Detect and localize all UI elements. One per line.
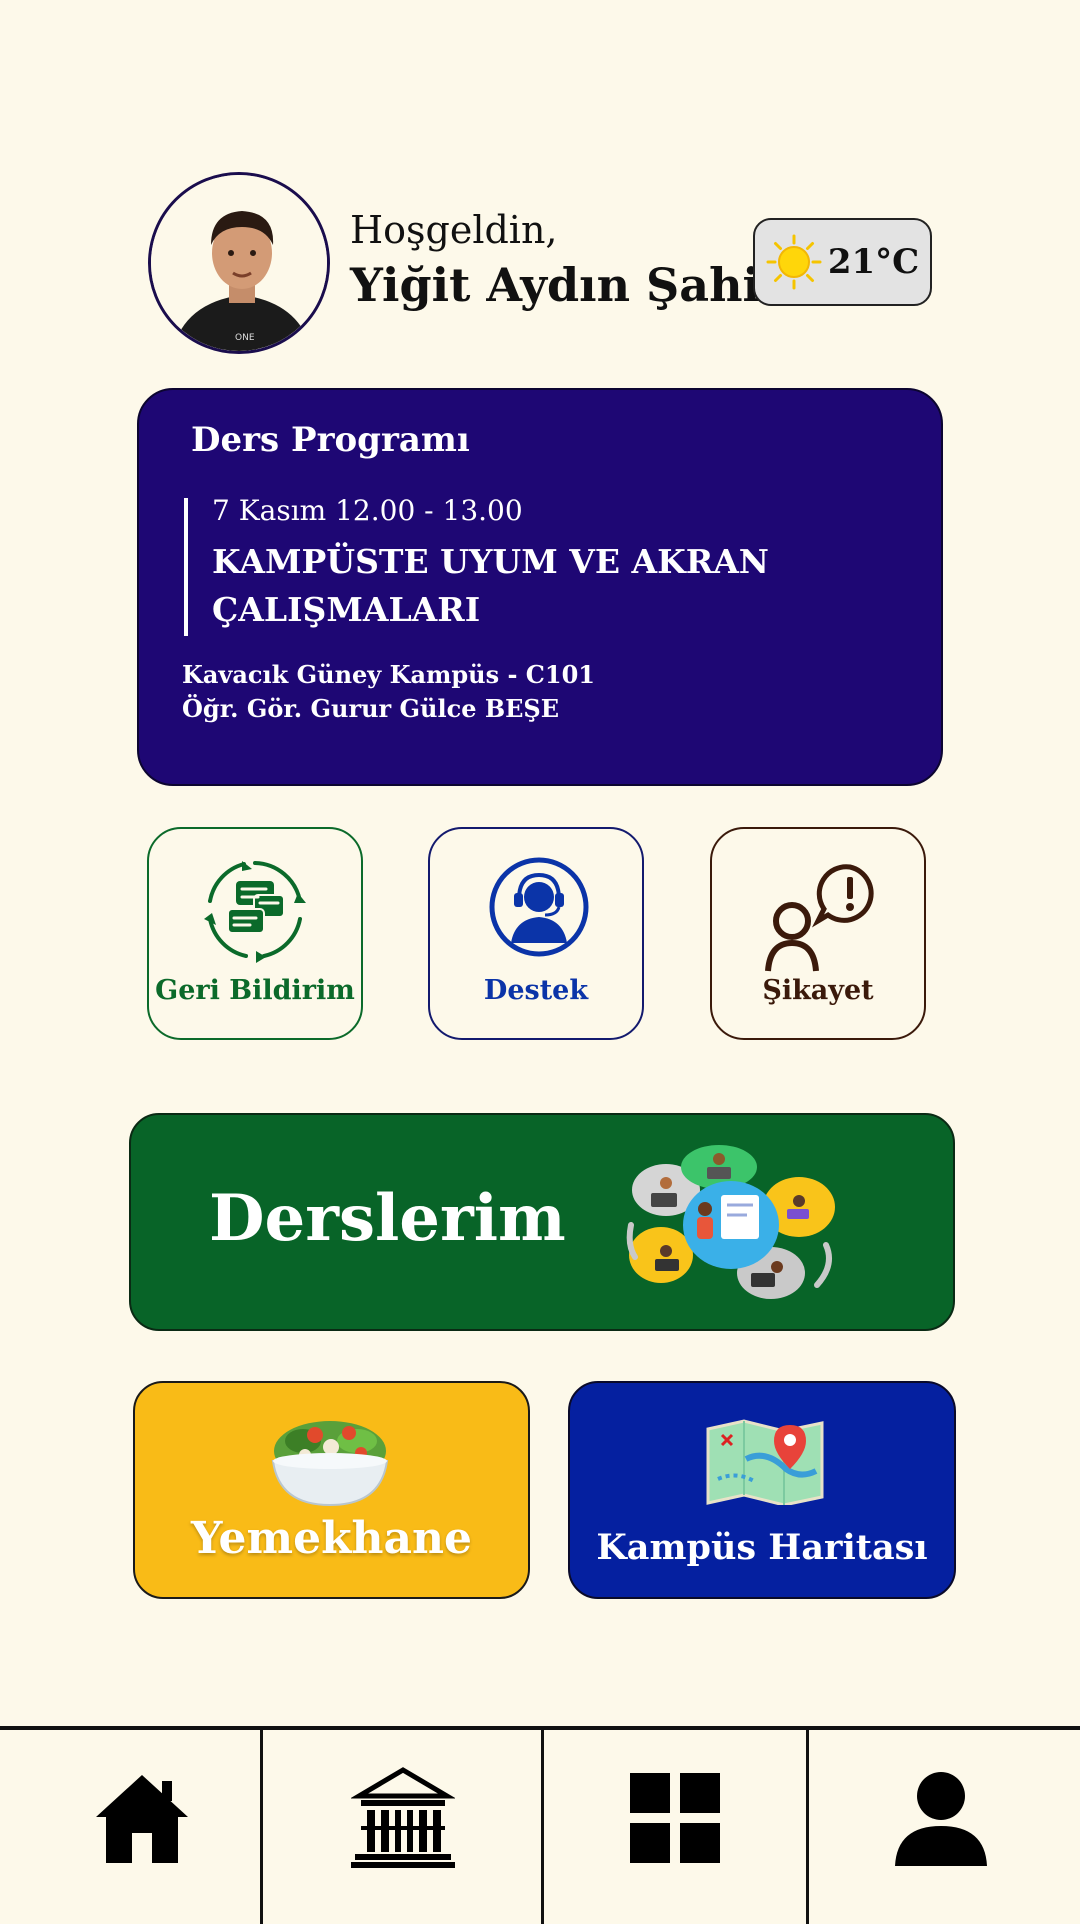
- schedule-instructor: Öğr. Gör. Gurur Gülce BEŞE: [182, 694, 560, 723]
- nav-menu[interactable]: [615, 1758, 735, 1878]
- schedule-card[interactable]: Ders Programı 7 Kasım 12.00 - 13.00 KAMP…: [137, 388, 943, 786]
- schedule-location: Kavacık Güney Kampüs - C101: [182, 660, 596, 689]
- weather-widget[interactable]: 21°C: [753, 218, 932, 306]
- cafeteria-label: Yemekhane: [190, 1513, 473, 1564]
- campus-map-card[interactable]: Kampüs Haritası: [568, 1381, 956, 1599]
- online-learning-illustration: [626, 1145, 835, 1299]
- feedback-chat-icon: [204, 861, 306, 963]
- sun-icon: [766, 234, 822, 290]
- avatar[interactable]: ONE: [148, 172, 330, 354]
- feedback-button[interactable]: Geri Bildirim: [147, 827, 363, 1040]
- complaint-label: Şikayet: [762, 975, 874, 1006]
- bottom-nav: [0, 1726, 1080, 1924]
- nav-divider: [806, 1730, 809, 1924]
- grid-menu-icon: [630, 1773, 720, 1863]
- complaint-person-icon: [765, 864, 874, 972]
- schedule-title: Ders Programı: [191, 420, 470, 460]
- nav-campus[interactable]: [343, 1758, 463, 1878]
- support-button[interactable]: Destek: [428, 827, 644, 1040]
- temperature: 21°C: [827, 242, 920, 282]
- support-headset-icon: [489, 857, 589, 957]
- map-icon: [706, 1419, 824, 1505]
- nav-divider: [260, 1730, 263, 1924]
- home-icon: [96, 1775, 188, 1863]
- nav-profile[interactable]: [881, 1758, 1001, 1878]
- schedule-divider: [184, 498, 188, 636]
- campus-building-icon: [351, 1767, 455, 1868]
- user-avatar-photo: ONE: [151, 175, 327, 351]
- schedule-course-name: KAMPÜSTE UYUM VE AKRAN ÇALIŞMALARI: [212, 542, 769, 629]
- profile-icon: [895, 1772, 987, 1866]
- nav-divider: [541, 1730, 544, 1924]
- courses-label: Derslerim: [209, 1181, 566, 1256]
- greeting-text: Hoşgeldin,: [350, 208, 558, 252]
- complaint-button[interactable]: Şikayet: [710, 827, 926, 1040]
- feedback-label: Geri Bildirim: [155, 975, 355, 1006]
- schedule-time: 7 Kasım 12.00 - 13.00: [212, 494, 523, 527]
- user-name: Yiğit Aydın Şahin: [350, 258, 794, 312]
- campus-map-label: Kampüs Haritası: [596, 1527, 928, 1568]
- cafeteria-card[interactable]: Yemekhane: [133, 1381, 530, 1599]
- support-label: Destek: [483, 975, 589, 1006]
- courses-card[interactable]: Derslerim: [129, 1113, 955, 1331]
- nav-home[interactable]: [82, 1758, 202, 1878]
- salad-bowl-icon: [271, 1421, 389, 1507]
- svg-text:ONE: ONE: [235, 333, 255, 343]
